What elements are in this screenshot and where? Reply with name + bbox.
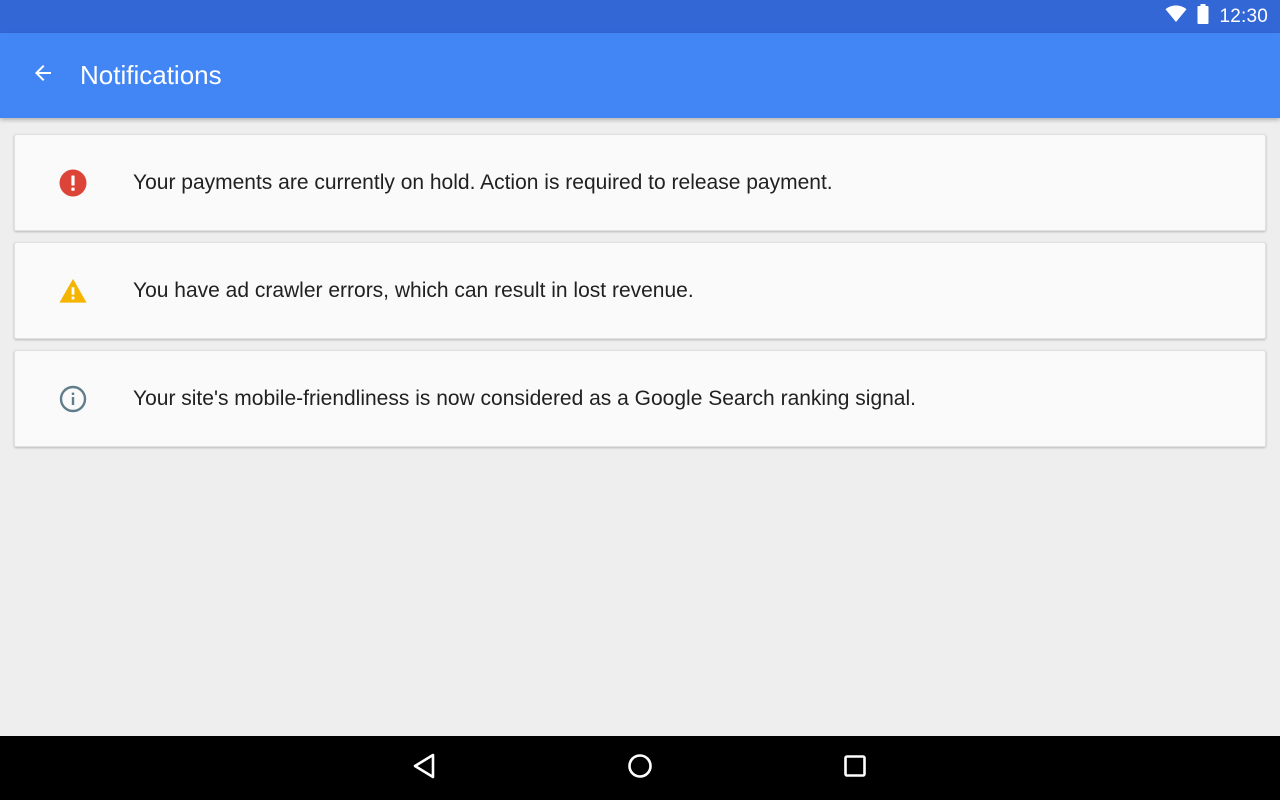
- back-button[interactable]: [22, 54, 64, 96]
- notification-card-mobile-friendliness[interactable]: Your site's mobile-friendliness is now c…: [14, 350, 1266, 447]
- page-title: Notifications: [80, 60, 222, 90]
- info-icon: [59, 385, 87, 413]
- nav-home-button[interactable]: [622, 750, 658, 786]
- status-bar: 12:30: [0, 0, 1280, 33]
- warning-icon: [59, 277, 87, 305]
- back-triangle-icon: [411, 752, 437, 785]
- recents-square-icon: [842, 753, 868, 784]
- notification-card-crawler-errors[interactable]: You have ad crawler errors, which can re…: [14, 242, 1266, 339]
- notification-list: Your payments are currently on hold. Act…: [14, 134, 1266, 458]
- error-icon: [59, 169, 87, 197]
- wifi-icon: [1165, 5, 1187, 28]
- navigation-bar: [0, 736, 1280, 800]
- notification-card-payment-hold[interactable]: Your payments are currently on hold. Act…: [14, 134, 1266, 231]
- nav-recents-button[interactable]: [837, 750, 873, 786]
- arrow-back-icon: [31, 61, 55, 90]
- status-icons: 12:30: [1165, 0, 1268, 33]
- status-time: 12:30: [1219, 5, 1268, 27]
- battery-icon: [1197, 4, 1209, 29]
- notification-text: Your site's mobile-friendliness is now c…: [133, 387, 916, 410]
- notification-text: Your payments are currently on hold. Act…: [133, 171, 833, 194]
- notification-text: You have ad crawler errors, which can re…: [133, 279, 694, 302]
- home-circle-icon: [626, 752, 654, 785]
- app-bar: Notifications: [0, 33, 1280, 118]
- nav-back-button[interactable]: [406, 750, 442, 786]
